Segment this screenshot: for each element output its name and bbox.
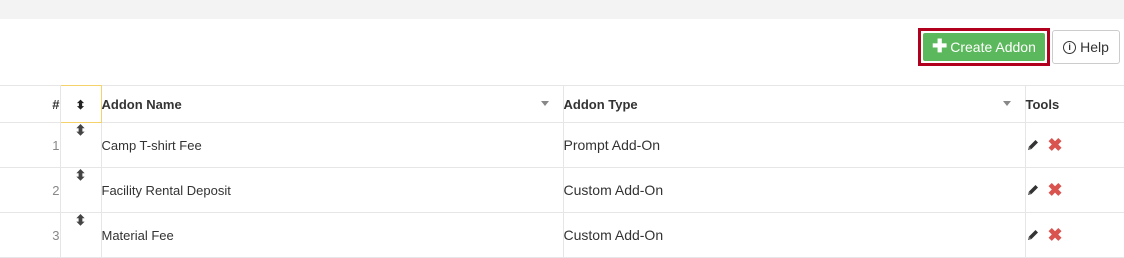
header-addon-name-label: Addon Name	[101, 96, 182, 112]
drag-handle[interactable]: ⬍	[59, 167, 102, 213]
addons-table: # ⬍ Addon Name Addon Type Tools 1 ⬍ Camp…	[0, 85, 1124, 258]
addon-name-cell: Facility Rental Deposit	[100, 167, 564, 213]
top-strip	[0, 0, 1124, 19]
table-row: 2 ⬍ Facility Rental Deposit Custom Add-O…	[0, 167, 1124, 213]
pencil-icon[interactable]	[1026, 228, 1040, 242]
sort-caret-icon[interactable]	[1002, 101, 1011, 106]
header-reorder[interactable]: ⬍	[59, 85, 102, 123]
up-down-arrows-icon: ⬍	[75, 97, 86, 112]
create-addon-highlight: ✚ Create Addon	[918, 28, 1050, 66]
create-addon-button[interactable]: ✚ Create Addon	[923, 33, 1045, 61]
sort-caret-icon[interactable]	[540, 101, 549, 106]
table-header-row: # ⬍ Addon Name Addon Type Tools	[0, 85, 1124, 123]
pencil-icon[interactable]	[1026, 138, 1040, 152]
plus-icon: ✚	[932, 36, 948, 56]
header-addon-type[interactable]: Addon Type	[562, 85, 1026, 123]
addon-type-cell: Custom Add-On	[562, 167, 1026, 213]
table-row: 1 ⬍ Camp T-shirt Fee Prompt Add-On ✖	[0, 122, 1124, 168]
addon-type-cell: Prompt Add-On	[562, 122, 1026, 168]
row-number: 2	[0, 167, 61, 213]
tools-cell: ✖	[1024, 122, 1124, 168]
help-button[interactable]: i Help	[1052, 30, 1120, 64]
header-number[interactable]: #	[0, 85, 61, 123]
up-down-arrows-icon: ⬍	[74, 122, 87, 138]
tools-cell: ✖	[1024, 167, 1124, 213]
header-addon-type-label: Addon Type	[563, 96, 638, 112]
info-icon: i	[1063, 40, 1077, 54]
header-addon-name[interactable]: Addon Name	[100, 85, 564, 123]
up-down-arrows-icon: ⬍	[74, 167, 87, 183]
delete-icon[interactable]: ✖	[1048, 181, 1063, 199]
row-number: 1	[0, 122, 61, 168]
toolbar: ✚ Create Addon i Help	[0, 19, 1124, 85]
addon-name-cell: Camp T-shirt Fee	[100, 122, 564, 168]
delete-icon[interactable]: ✖	[1048, 226, 1063, 244]
delete-icon[interactable]: ✖	[1048, 136, 1063, 154]
create-addon-label: Create Addon	[950, 39, 1036, 55]
header-tools: Tools	[1024, 85, 1124, 123]
help-label: Help	[1080, 39, 1109, 55]
pencil-icon[interactable]	[1026, 183, 1040, 197]
up-down-arrows-icon: ⬍	[74, 212, 87, 228]
drag-handle[interactable]: ⬍	[59, 122, 102, 168]
